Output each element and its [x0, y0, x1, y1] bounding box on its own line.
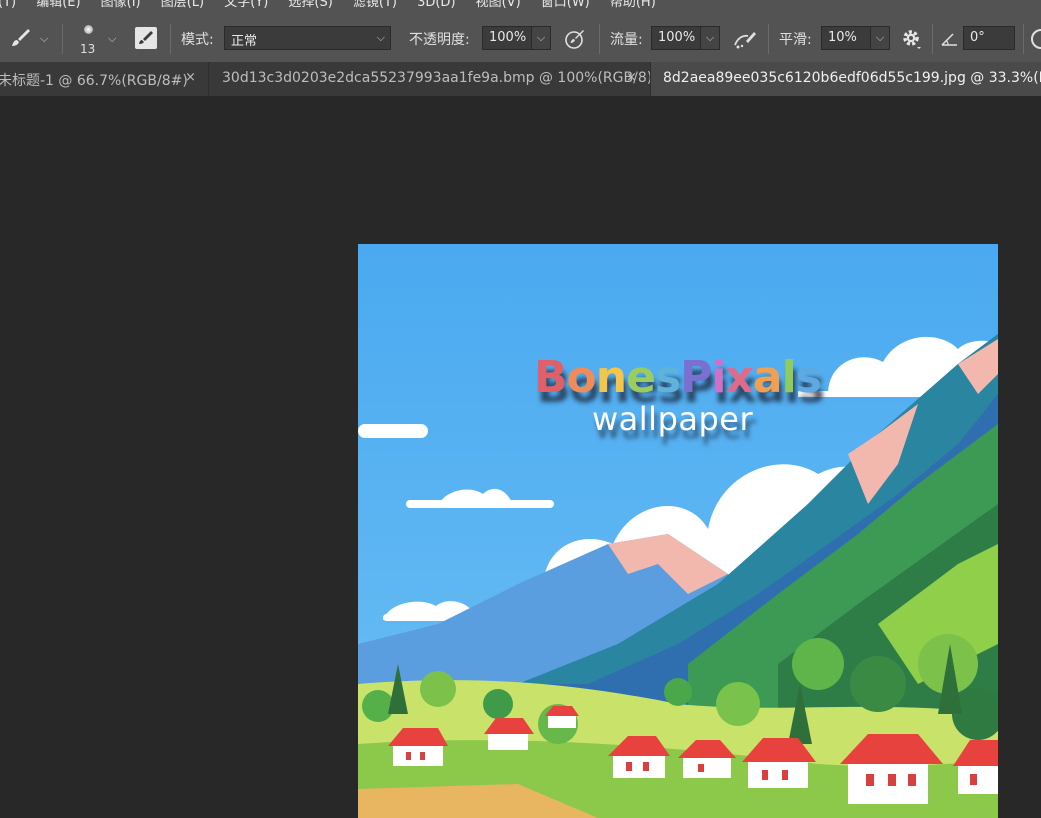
brush-tip-icon [84, 25, 93, 34]
close-icon[interactable]: × [185, 70, 196, 85]
tool-options-bar: ⌵ 13 ⌵ 模式: 正常 ⌵ 不透明度: 100% ⌵ 流量: 100% ⌵ [0, 14, 1041, 63]
flow-value: 100% [658, 30, 696, 45]
brush-angle-input[interactable]: 0° [963, 26, 1015, 50]
close-icon[interactable]: × [626, 70, 637, 85]
menu-bar: (T) 编辑(E) 图像(I) 图层(L) 文字(Y) 选择(S) 滤镜(T) … [0, 0, 1041, 14]
flow-input[interactable]: 100% [651, 26, 701, 50]
airbrush-icon[interactable] [732, 27, 758, 51]
menu-item-select[interactable]: 选择(S) [288, 0, 332, 10]
brush-settings-panel-icon[interactable] [135, 27, 157, 49]
flow-dropdown-button[interactable]: ⌵ [700, 26, 720, 50]
logo-letter: B [534, 352, 568, 403]
logo-letter: o [566, 352, 597, 403]
logo-letter: P [680, 352, 712, 403]
menu-item-image[interactable]: 图像(I) [101, 0, 141, 10]
logo-bonespixals: BonesPixals [534, 352, 822, 403]
tab-untitled-1[interactable]: 未标题-1 @ 66.7%(RGB/8#) × [0, 62, 209, 96]
opacity-label: 不透明度: [409, 32, 470, 48]
tab-jpg-file[interactable]: 8d2aea89ee035c6120b6edf06d55c199.jpg @ 3… [651, 62, 1041, 96]
opacity-input[interactable]: 100% [482, 26, 532, 50]
logo-letter: e [626, 352, 656, 403]
menu-item-edit[interactable]: 编辑(E) [36, 0, 80, 10]
opacity-dropdown-button[interactable]: ⌵ [531, 26, 551, 50]
menu-item-view[interactable]: 视图(V) [476, 0, 521, 10]
gear-icon[interactable] [901, 28, 923, 50]
brush-angle-value: 0° [970, 30, 985, 45]
logo-letter: l [781, 352, 797, 403]
blend-mode-select[interactable]: 正常 ⌵ [224, 26, 391, 50]
document-canvas[interactable]: BonesPixals wallpaper [358, 244, 998, 818]
logo-letter: x [725, 352, 754, 403]
menu-item-type-partial[interactable]: (T) [0, 0, 16, 10]
pressure-opacity-icon[interactable] [563, 27, 587, 51]
flow-label: 流量: [610, 32, 643, 48]
menu-item-layer[interactable]: 图层(L) [161, 0, 204, 10]
blend-mode-value: 正常 [231, 34, 258, 49]
menu-item-filter[interactable]: 滤镜(T) [353, 0, 397, 10]
tab-label: 未标题-1 @ 66.7%(RGB/8#) [0, 73, 188, 89]
menu-item-help[interactable]: 帮助(H) [610, 0, 656, 10]
smoothing-dropdown-button[interactable]: ⌵ [870, 26, 890, 50]
blend-mode-chevron-icon: ⌵ [376, 31, 385, 44]
brush-angle-icon [940, 30, 960, 48]
brush-tool-icon[interactable] [8, 26, 32, 50]
logo-letter: a [752, 352, 783, 403]
menu-item-window[interactable]: 窗口(W) [541, 0, 590, 10]
opacity-value: 100% [489, 30, 527, 45]
logo-letter: s [654, 352, 681, 403]
tab-bmp-file[interactable]: 30d13c3d0203e2dca55237993aa1fe9a.bmp @ 1… [209, 62, 651, 96]
tab-label: 30d13c3d0203e2dca55237993aa1fe9a.bmp @ 1… [222, 70, 651, 86]
mode-label: 模式: [181, 32, 214, 48]
smoothing-input[interactable]: 10% [821, 26, 871, 50]
brush-size-value: 13 [80, 42, 96, 56]
brush-picker-chevron-icon[interactable]: ⌵ [108, 32, 116, 46]
wallpaper-artwork [358, 244, 998, 818]
smoothing-label: 平滑: [779, 32, 812, 48]
smoothing-value: 10% [828, 30, 857, 45]
tool-preset-chevron-icon[interactable]: ⌵ [40, 32, 48, 46]
logo-letter: n [595, 352, 627, 403]
menu-item-text[interactable]: 文字(Y) [224, 0, 268, 10]
logo-letter: i [711, 352, 726, 403]
pressure-size-icon[interactable] [1031, 29, 1041, 49]
tab-label: 8d2aea89ee035c6120b6edf06d55c199.jpg @ 3… [663, 70, 1041, 86]
document-tab-bar: 未标题-1 @ 66.7%(RGB/8#) × 30d13c3d0203e2dc… [0, 62, 1041, 97]
logo-letter: s [795, 352, 822, 403]
logo-subtitle: wallpaper [592, 400, 754, 438]
menu-item-3d[interactable]: 3D(D) [417, 0, 455, 10]
brush-preset-picker[interactable]: 13 [78, 22, 98, 58]
